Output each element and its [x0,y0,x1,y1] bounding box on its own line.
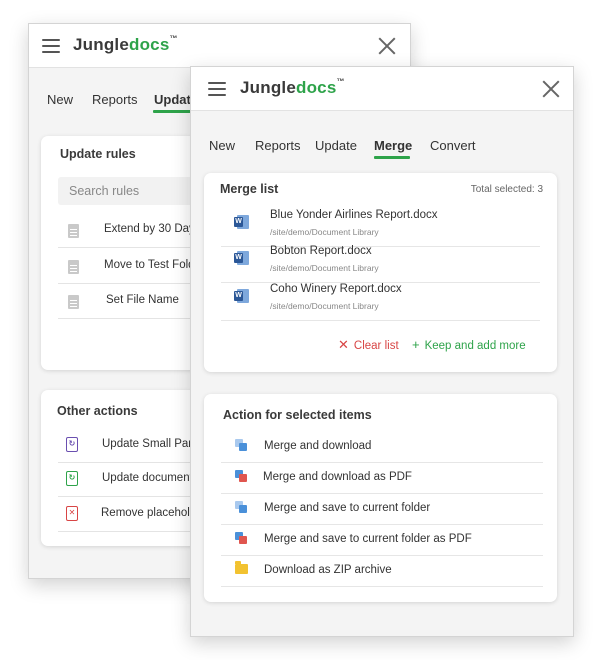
file-name: Coho Winery Report.docx [270,283,402,295]
action-row[interactable]: Merge and save to current folder [221,494,543,525]
action-label: Merge and save to current folder as PDF [264,533,472,545]
merge-file-row[interactable]: W Blue Yonder Airlines Report.docx /site… [221,209,540,247]
tab-merge[interactable]: Merge [374,138,412,153]
update-rules-title: Update rules [60,147,136,161]
total-selected-count: Total selected: 3 [470,184,543,195]
other-action-label: Update Small Parts [102,438,202,450]
action-row[interactable]: Merge and download as PDF [221,463,543,494]
brand-logo: Jungledocs™ [73,34,178,54]
merge-list-card: Merge list Total selected: 3 W Blue Yond… [204,173,557,372]
word-document-icon: W [234,289,249,303]
action-label: Merge and save to current folder [264,502,431,514]
folder-icon [235,561,248,574]
active-tab-indicator [153,110,193,113]
merge-icon [235,439,247,451]
action-label: Merge and download [264,440,372,452]
merge-file-row[interactable]: W Coho Winery Report.docx /site/demo/Doc… [221,283,540,321]
back-header: Jungledocs™ [29,24,410,68]
tab-reports[interactable]: Reports [92,92,138,107]
merge-save-icon [235,501,247,513]
actions-card: Action for selected items Merge and down… [204,394,557,602]
update-parts-icon: ↻ [66,437,78,452]
actions-title: Action for selected items [223,408,372,422]
rule-label: Set File Name [106,294,179,306]
close-icon[interactable] [542,80,560,98]
menu-icon[interactable] [42,39,60,53]
tab-reports[interactable]: Reports [255,138,301,153]
merge-list-title: Merge list [220,182,279,196]
document-icon [68,260,79,274]
close-icon: ✕ [338,337,349,352]
action-label: Download as ZIP archive [264,564,392,576]
brand-logo: Jungledocs™ [240,77,345,97]
front-panel: Jungledocs™ New Reports Update Merge Con… [190,66,574,637]
word-document-icon: W [234,215,249,229]
tab-new[interactable]: New [47,92,73,107]
other-actions-title: Other actions [57,404,138,418]
word-document-icon: W [234,251,249,265]
close-icon[interactable] [378,37,396,55]
tab-new[interactable]: New [209,138,235,153]
file-path: /site/demo/Document Library [270,227,379,237]
action-label: Merge and download as PDF [263,471,412,483]
merge-save-pdf-icon [235,532,247,544]
file-name: Blue Yonder Airlines Report.docx [270,209,438,221]
merge-file-row[interactable]: W Bobton Report.docx /site/demo/Document… [221,245,540,283]
file-path: /site/demo/Document Library [270,301,379,311]
front-tabs: New Reports Update Merge Convert [191,112,573,162]
clear-list-button[interactable]: ✕ Clear list [338,337,399,353]
document-icon [68,224,79,238]
menu-icon[interactable] [208,82,226,96]
active-tab-indicator [374,156,410,159]
merge-pdf-icon [235,470,247,482]
document-icon [68,295,79,309]
plus-icon: + [412,337,420,352]
action-row[interactable]: Merge and download [221,432,543,463]
tab-convert[interactable]: Convert [430,138,476,153]
file-name: Bobton Report.docx [270,245,372,257]
tab-update[interactable]: Update [315,138,357,153]
keep-and-add-more-button[interactable]: + Keep and add more [412,337,526,352]
action-row[interactable]: Merge and save to current folder as PDF [221,525,543,556]
update-document-icon: ↻ [66,471,78,486]
front-header: Jungledocs™ [191,67,573,111]
other-action-label: Update document [102,472,193,484]
file-path: /site/demo/Document Library [270,263,379,273]
action-row[interactable]: Download as ZIP archive [221,556,543,587]
remove-placeholder-icon: ✕ [66,506,78,521]
rule-label: Extend by 30 Days [104,223,201,235]
